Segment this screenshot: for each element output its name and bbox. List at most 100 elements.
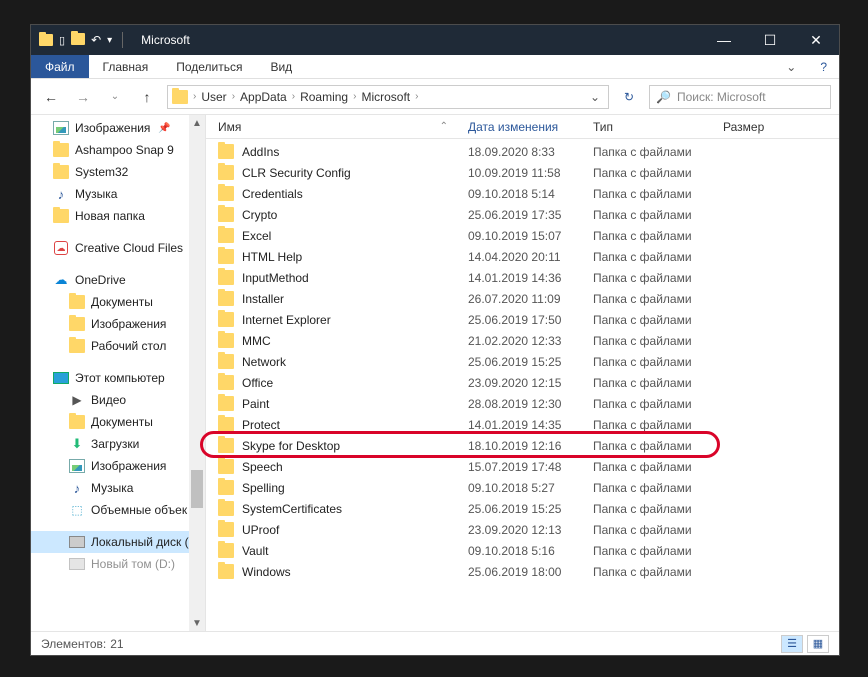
file-row[interactable]: Skype for Desktop18.10.2019 12:16Папка с…	[206, 435, 839, 456]
ribbon-expand-icon[interactable]: ⌄	[774, 55, 808, 78]
file-type: Папка с файлами	[593, 502, 723, 516]
forward-button[interactable]: →	[71, 85, 95, 109]
file-row[interactable]: Office23.09.2020 12:15Папка с файлами	[206, 372, 839, 393]
tree-item[interactable]: Изображения📌	[31, 117, 205, 139]
col-type[interactable]: Тип	[593, 120, 723, 134]
crumb-microsoft[interactable]: Microsoft›	[361, 90, 419, 104]
tree-item-label: Изображения	[91, 459, 166, 473]
tree-item[interactable]: Документы	[31, 411, 205, 433]
maximize-button[interactable]: ☐	[747, 25, 793, 55]
scroll-thumb[interactable]	[191, 470, 203, 508]
file-row[interactable]: Speech15.07.2019 17:48Папка с файлами	[206, 456, 839, 477]
tree-item[interactable]: ♪Музыка	[31, 183, 205, 205]
tree-item[interactable]: ▶Видео	[31, 389, 205, 411]
qat-undo-icon[interactable]: ↶	[91, 33, 101, 47]
file-row[interactable]: Network25.06.2019 15:25Папка с файлами	[206, 351, 839, 372]
tab-home[interactable]: Главная	[89, 55, 163, 78]
file-name: SystemCertificates	[242, 502, 468, 516]
tree-item[interactable]: ⬚Объемные объек	[31, 499, 205, 521]
tree-item-label: Объемные объек	[91, 503, 187, 517]
tree-item[interactable]: Рабочий стол	[31, 335, 205, 357]
separator	[122, 32, 123, 48]
tab-view[interactable]: Вид	[256, 55, 306, 78]
folder-icon	[218, 333, 234, 348]
back-button[interactable]: ←	[39, 85, 63, 109]
minimize-button[interactable]: —	[701, 25, 747, 55]
view-details-button[interactable]: ☰	[781, 635, 803, 653]
refresh-button[interactable]: ↻	[617, 90, 641, 104]
tree-item[interactable]: Локальный диск (	[31, 531, 205, 553]
file-row[interactable]: Credentials09.10.2018 5:14Папка с файлам…	[206, 183, 839, 204]
file-row[interactable]: InputMethod14.01.2019 14:36Папка с файла…	[206, 267, 839, 288]
titlebar[interactable]: ▯ ↶ ▾ Microsoft — ☐ ✕	[31, 25, 839, 55]
col-name[interactable]: Имя⌃	[218, 120, 468, 134]
file-row[interactable]: HTML Help14.04.2020 20:11Папка с файлами	[206, 246, 839, 267]
scroll-up-icon[interactable]: ▲	[189, 115, 205, 131]
file-tab[interactable]: Файл	[31, 55, 89, 78]
tree-item[interactable]: ⬇Загрузки	[31, 433, 205, 455]
tab-share[interactable]: Поделиться	[162, 55, 256, 78]
qat-new-folder-icon[interactable]	[71, 33, 85, 48]
tree-item-label: Музыка	[91, 481, 133, 495]
view-large-button[interactable]: ▦	[807, 635, 829, 653]
tree-item[interactable]: Документы	[31, 291, 205, 313]
file-row[interactable]: Installer26.07.2020 11:09Папка с файлами	[206, 288, 839, 309]
col-date[interactable]: Дата изменения	[468, 120, 593, 134]
tree-item[interactable]: Новая папка	[31, 205, 205, 227]
file-date: 09.10.2018 5:27	[468, 481, 593, 495]
qat-properties-icon[interactable]: ▯	[59, 34, 65, 47]
file-list[interactable]: AddIns18.09.2020 8:33Папка с файламиCLR …	[206, 139, 839, 631]
file-row[interactable]: MMC21.02.2020 12:33Папка с файлами	[206, 330, 839, 351]
chevron-right-icon[interactable]: ›	[192, 91, 197, 102]
cloud-icon: ☁	[53, 272, 69, 288]
tree-item[interactable]: ☁Creative Cloud Files	[31, 237, 205, 259]
tree-item[interactable]: Изображения	[31, 455, 205, 477]
file-name: Installer	[242, 292, 468, 306]
file-row[interactable]: Spelling09.10.2018 5:27Папка с файлами	[206, 477, 839, 498]
tree-item-label: Изображения	[91, 317, 166, 331]
crumb-user[interactable]: User›	[201, 90, 236, 104]
dl-icon: ⬇	[69, 436, 85, 452]
tree-item[interactable]: Изображения	[31, 313, 205, 335]
file-row[interactable]: Excel09.10.2019 15:07Папка с файлами	[206, 225, 839, 246]
tree-item[interactable]: ☁OneDrive	[31, 269, 205, 291]
folder-icon	[69, 338, 85, 354]
file-type: Папка с файлами	[593, 187, 723, 201]
crumb-roaming[interactable]: Roaming›	[300, 90, 357, 104]
tree-item[interactable]: Ashampoo Snap 9	[31, 139, 205, 161]
tree-item[interactable]: Этот компьютер	[31, 367, 205, 389]
breadcrumb-box[interactable]: › User› AppData› Roaming› Microsoft› ⌄	[167, 85, 609, 109]
qat-dropdown-icon[interactable]: ▾	[107, 35, 112, 46]
help-icon[interactable]: ?	[808, 55, 839, 78]
file-date: 25.06.2019 18:00	[468, 565, 593, 579]
qat: ▯ ↶ ▾ Microsoft	[31, 25, 198, 55]
file-row[interactable]: UProof23.09.2020 12:13Папка с файлами	[206, 519, 839, 540]
file-row[interactable]: Internet Explorer25.06.2019 17:50Папка с…	[206, 309, 839, 330]
file-row[interactable]: CLR Security Config10.09.2019 11:58Папка…	[206, 162, 839, 183]
tree-item-label: Видео	[91, 393, 126, 407]
file-row[interactable]: Vault09.10.2018 5:16Папка с файлами	[206, 540, 839, 561]
search-input[interactable]: 🔍 Поиск: Microsoft	[649, 85, 831, 109]
file-row[interactable]: Protect14.01.2019 14:35Папка с файлами	[206, 414, 839, 435]
file-row[interactable]: Windows25.06.2019 18:00Папка с файлами	[206, 561, 839, 582]
file-row[interactable]: SystemCertificates25.06.2019 15:25Папка …	[206, 498, 839, 519]
file-type: Папка с файлами	[593, 481, 723, 495]
up-button[interactable]: ↑	[135, 85, 159, 109]
tree-item[interactable]: System32	[31, 161, 205, 183]
file-row[interactable]: Crypto25.06.2019 17:35Папка с файлами	[206, 204, 839, 225]
recent-dropdown[interactable]: ⌄	[103, 85, 127, 109]
explorer-window: ▯ ↶ ▾ Microsoft — ☐ ✕ Файл Главная Подел…	[30, 24, 840, 656]
address-dropdown-icon[interactable]: ⌄	[586, 90, 604, 104]
file-row[interactable]: Paint28.08.2019 12:30Папка с файлами	[206, 393, 839, 414]
sidebar-scrollbar[interactable]: ▲ ▼	[189, 115, 205, 631]
search-placeholder: Поиск: Microsoft	[677, 90, 766, 104]
scroll-down-icon[interactable]: ▼	[189, 615, 205, 631]
crumb-appdata[interactable]: AppData›	[240, 90, 296, 104]
address-bar: ← → ⌄ ↑ › User› AppData› Roaming› Micros…	[31, 79, 839, 115]
tree-item[interactable]: Новый том (D:)	[31, 553, 205, 575]
col-size[interactable]: Размер	[723, 120, 793, 134]
close-button[interactable]: ✕	[793, 25, 839, 55]
file-row[interactable]: AddIns18.09.2020 8:33Папка с файлами	[206, 141, 839, 162]
file-date: 18.10.2019 12:16	[468, 439, 593, 453]
tree-item[interactable]: ♪Музыка	[31, 477, 205, 499]
